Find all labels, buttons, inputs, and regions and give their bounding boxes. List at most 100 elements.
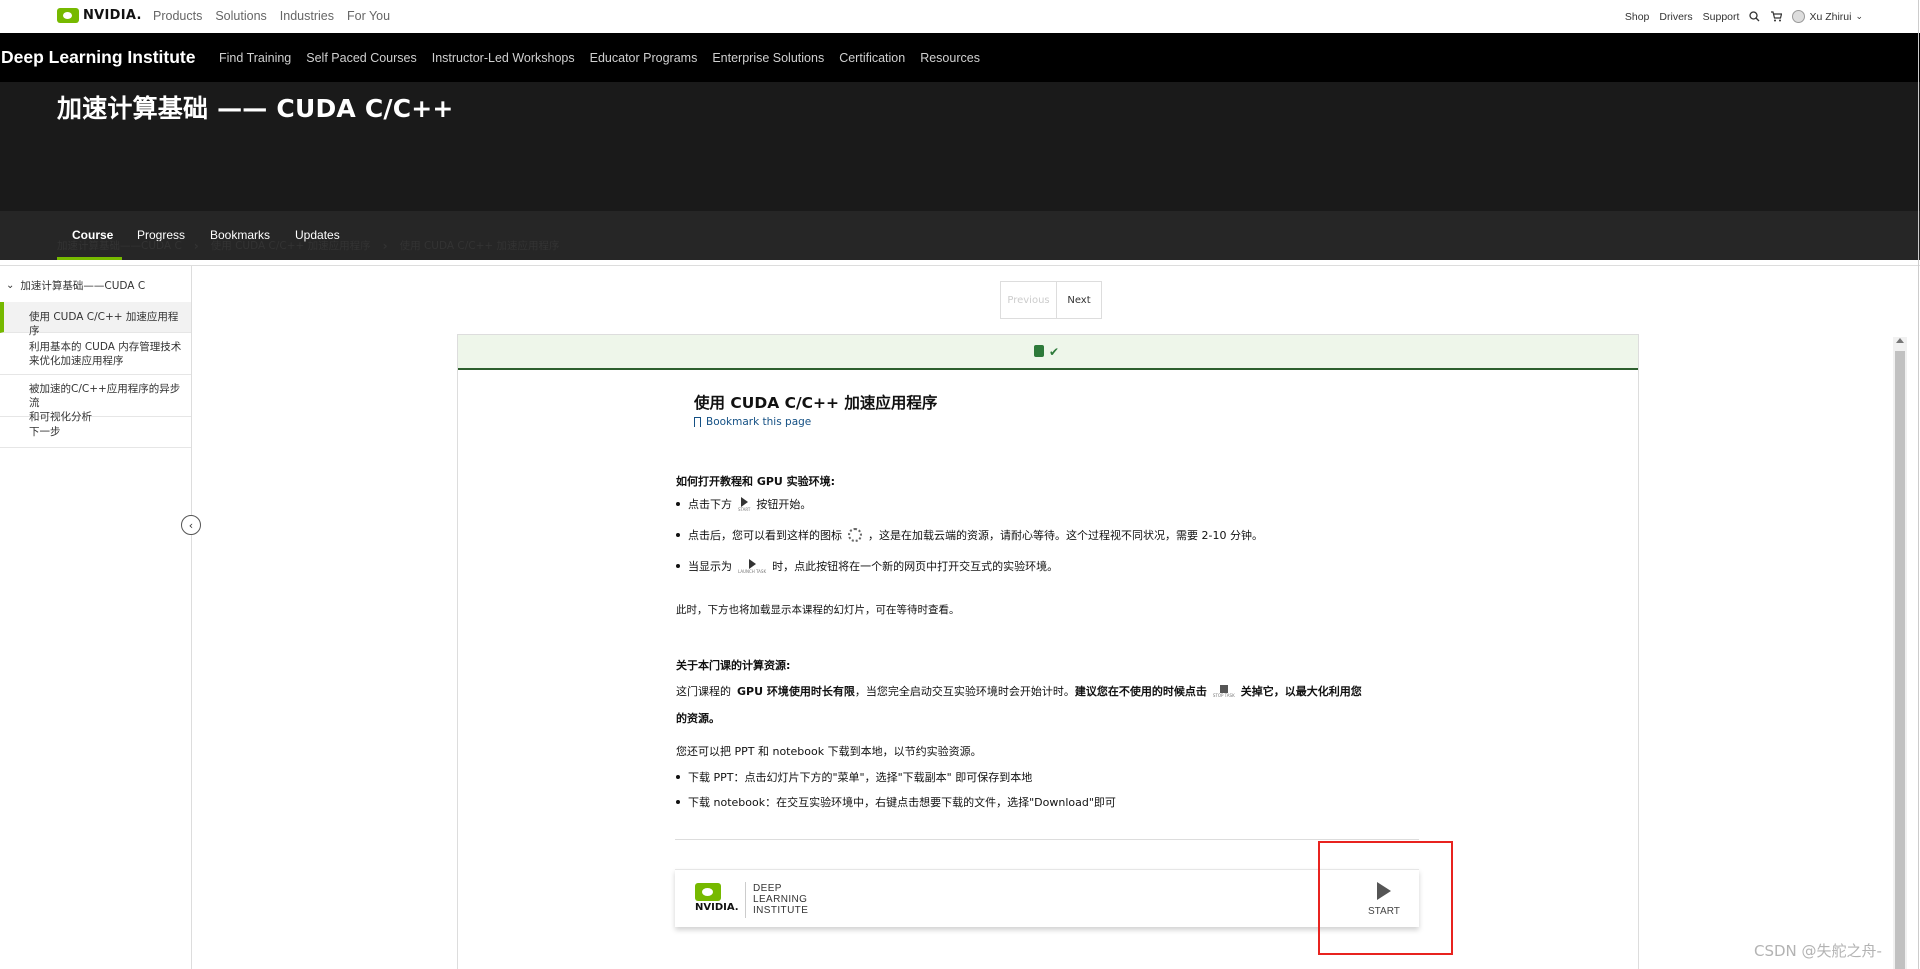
- start-icon-label: START: [738, 506, 751, 512]
- bullet-dot: [676, 800, 680, 804]
- search-icon[interactable]: [1749, 11, 1760, 22]
- chevron-down-icon: ⌄: [1855, 11, 1863, 21]
- chevron-right-icon: ›: [382, 238, 388, 253]
- scrollbar-thumb[interactable]: [1895, 351, 1905, 969]
- dli-links: Find Training Self Paced Courses Instruc…: [219, 51, 980, 65]
- nav-shop[interactable]: Shop: [1625, 11, 1650, 23]
- dli-educator[interactable]: Educator Programs: [590, 51, 698, 65]
- sidebar-item-label: 利用基本的 CUDA 内存管理技术: [29, 341, 182, 353]
- previous-button[interactable]: Previous: [1001, 282, 1057, 318]
- dli-line: LEARNING: [753, 894, 808, 905]
- sidebar-item-memory[interactable]: 利用基本的 CUDA 内存管理技术 来优化加速应用程序: [0, 333, 191, 375]
- sidebar-section[interactable]: ⌄ 加速计算基础——CUDA C: [6, 278, 145, 293]
- collapse-sidebar-button[interactable]: ‹: [181, 515, 201, 535]
- course-outline-sidebar: ⌄ 加速计算基础——CUDA C 使用 CUDA C/C++ 加速应用程序 利用…: [0, 266, 192, 969]
- bullet-dot: [676, 564, 680, 568]
- sidebar-item-next[interactable]: 下一步: [0, 417, 191, 448]
- sidebar-section-label: 加速计算基础——CUDA C: [20, 280, 146, 292]
- divider: [675, 839, 1419, 840]
- bullet-text: 下载 PPT：点击幻灯片下方的"菜单"，选择"下载副本" 即可保存到本地: [688, 771, 1033, 784]
- dli-nav-bar: Deep Learning Institute Find Training Se…: [0, 33, 1920, 82]
- nvidia-logo[interactable]: NVIDIA.: [57, 8, 142, 23]
- paragraph: 您还可以把 PPT 和 notebook 下载到本地，以节约实验资源。: [676, 745, 982, 758]
- sidebar-item-label: 来优化加速应用程序: [29, 355, 124, 367]
- book-icon: [1034, 345, 1044, 357]
- breadcrumb-item[interactable]: 加速计算基础——CUDA C: [57, 238, 182, 253]
- top-right: Shop Drivers Support Xu Zhirui ⌄: [1625, 10, 1863, 23]
- avatar: [1792, 10, 1806, 23]
- nvidia-eye-icon: [57, 8, 79, 23]
- lab-launcher: NVIDIA. DEEP LEARNING INSTITUTE START: [675, 869, 1419, 927]
- cart-icon[interactable]: [1770, 11, 1783, 22]
- bookmark-icon: [694, 417, 701, 427]
- chevron-left-icon: ‹: [188, 518, 194, 532]
- sidebar-item-label: 下一步: [29, 426, 61, 438]
- paragraph-text: 关掉它，以最大化利用您: [1240, 685, 1362, 698]
- next-button[interactable]: Next: [1057, 282, 1101, 318]
- bullet-text: 当显示为: [688, 560, 732, 573]
- paragraph-text: 的资源。: [676, 712, 720, 725]
- bookmark-label: Bookmark this page: [706, 416, 812, 428]
- dli-instructor-led[interactable]: Instructor-Led Workshops: [432, 51, 575, 65]
- window-border: [1918, 0, 1919, 969]
- start-icon: START: [738, 496, 751, 512]
- divider: [745, 882, 746, 918]
- paragraph-text: 建议您在不使用的时候点击: [1074, 685, 1207, 698]
- scroll-up-arrow-icon[interactable]: [1896, 338, 1904, 343]
- unit-pager: Previous Next: [1000, 281, 1102, 319]
- nvidia-eye-icon: [695, 883, 721, 901]
- bullet-text: 点击后，您可以看到这样的图标: [688, 529, 842, 542]
- bullet-dot: [676, 502, 680, 506]
- bullet-text: 点击下方: [688, 498, 732, 511]
- list-item: 下载 PPT：点击幻灯片下方的"菜单"，选择"下载副本" 即可保存到本地: [676, 769, 1032, 785]
- unit-status-icons: ✔: [1034, 345, 1059, 359]
- list-item: 点击下方 START 按钮开始。: [676, 496, 811, 512]
- breadcrumb-item: 使用 CUDA C/C++ 加速应用程序: [399, 240, 560, 252]
- dli-enterprise[interactable]: Enterprise Solutions: [712, 51, 824, 65]
- page: NVIDIA. Products Solutions Industries Fo…: [0, 0, 1920, 969]
- paragraph-text: GPU 环境使用时长有限: [737, 685, 855, 698]
- dli-certification[interactable]: Certification: [839, 51, 905, 65]
- unit-content: ✔ 使用 CUDA C/C++ 加速应用程序 Bookmark this pag…: [457, 334, 1639, 969]
- nav-support[interactable]: Support: [1703, 11, 1740, 23]
- check-icon: ✔: [1049, 345, 1060, 359]
- nav-drivers[interactable]: Drivers: [1659, 11, 1692, 23]
- dli-resources[interactable]: Resources: [920, 51, 980, 65]
- launcher-dli-text: DEEP LEARNING INSTITUTE: [753, 883, 808, 916]
- unit-title: 使用 CUDA C/C++ 加速应用程序: [694, 394, 938, 412]
- top-nav: NVIDIA. Products Solutions Industries Fo…: [0, 0, 1920, 33]
- nav-solutions[interactable]: Solutions: [215, 9, 266, 23]
- dli-header: Deep Learning Institute Find Training Se…: [0, 33, 1920, 260]
- list-item: 当显示为 LAUNCH TASK 时，点此按钮将在一个新的网页中打开交互式的实验…: [676, 558, 1058, 574]
- sidebar-item-label: 被加速的C/C++应用程序的异步流: [29, 383, 181, 409]
- bookmark-button[interactable]: Bookmark this page: [694, 416, 811, 428]
- dli-line: INSTITUTE: [753, 905, 809, 916]
- heading-open-env: 如何打开教程和 GPU 实验环境:: [676, 475, 836, 488]
- user-name: Xu Zhirui: [1809, 10, 1852, 23]
- divider: [0, 265, 1920, 266]
- user-menu[interactable]: Xu Zhirui ⌄: [1792, 10, 1863, 23]
- annotation-highlight-box: [1318, 841, 1453, 955]
- paragraph-text: ，当您完全启动交互实验环境时会开始计时。: [854, 685, 1075, 698]
- list-item: 点击后，您可以看到这样的图标 ，这是在加载云端的资源，请耐心等待。这个过程视不同…: [676, 527, 1263, 543]
- nav-products[interactable]: Products: [153, 9, 202, 23]
- sidebar-item-async[interactable]: 被加速的C/C++应用程序的异步流 和可视化分析: [0, 375, 191, 423]
- nav-industries[interactable]: Industries: [280, 9, 334, 23]
- bullet-text: ，这是在加载云端的资源，请耐心等待。这个过程视不同状况，需要 2-10 分钟。: [868, 529, 1263, 542]
- watermark: CSDN @失舵之舟-: [1754, 942, 1882, 960]
- breadcrumb-item[interactable]: 使用 CUDA C/C++ 加速应用程序: [211, 238, 371, 253]
- chevron-right-icon: ›: [193, 238, 199, 253]
- paragraph-text: 这门课程的: [676, 685, 731, 698]
- paragraph: 此时，下方也将加载显示本课程的幻灯片，可在等待时查看。: [676, 604, 960, 616]
- dli-self-paced[interactable]: Self Paced Courses: [306, 51, 416, 65]
- bullet-text: 下载 notebook：在交互实验环境中，右键点击想要下载的文件，选择"Down…: [688, 796, 1116, 809]
- heading-compute-resources: 关于本门课的计算资源:: [676, 659, 791, 672]
- launcher-nvidia-logo: NVIDIA.: [695, 883, 739, 913]
- dli-line: DEEP: [753, 883, 782, 894]
- dli-find-training[interactable]: Find Training: [219, 51, 291, 65]
- launcher-nvidia-text: NVIDIA.: [695, 902, 739, 913]
- sidebar-item-accelerate[interactable]: 使用 CUDA C/C++ 加速应用程序: [0, 302, 191, 337]
- nav-for-you[interactable]: For You: [347, 9, 390, 23]
- dli-brand[interactable]: Deep Learning Institute: [1, 47, 195, 68]
- bullet-text: 时，点此按钮将在一个新的网页中打开交互式的实验环境。: [772, 560, 1059, 573]
